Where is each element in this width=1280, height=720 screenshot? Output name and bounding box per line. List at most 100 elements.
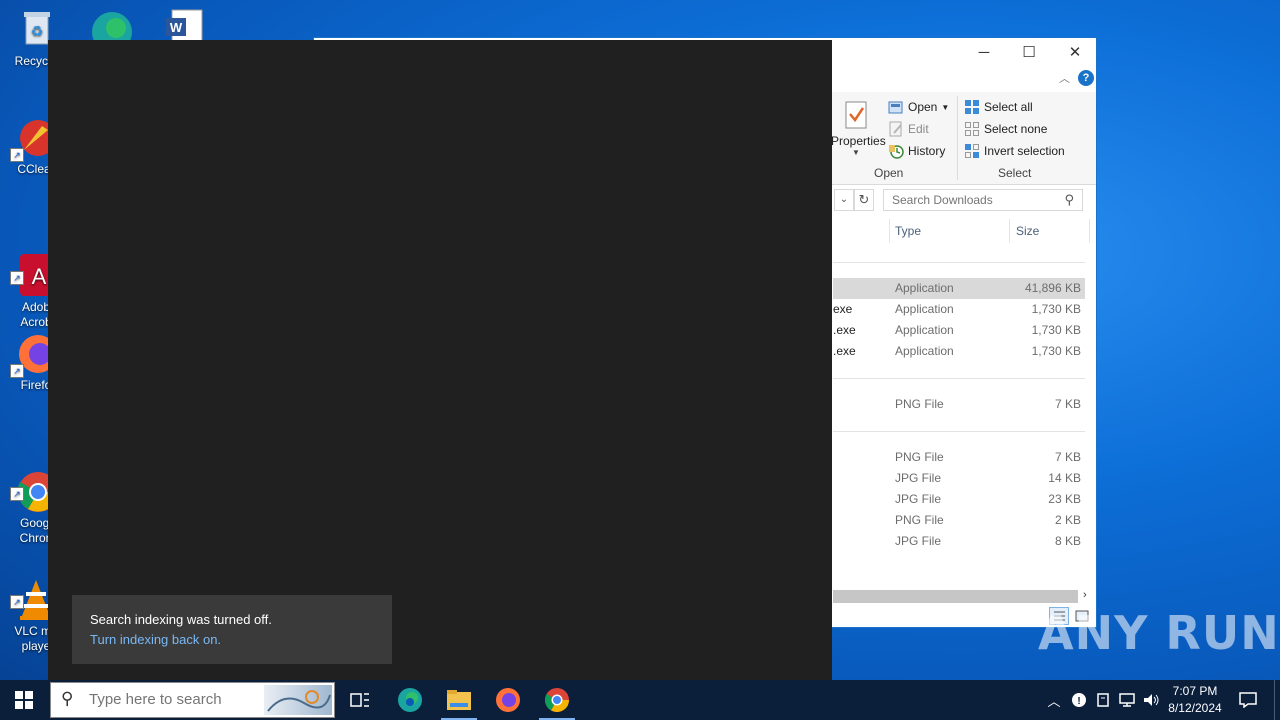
address-dropdown-icon[interactable]: ⌄ bbox=[834, 189, 854, 211]
file-row[interactable]: exe Application 1,730 KB bbox=[833, 299, 1085, 320]
shortcut-arrow-icon: ↗ bbox=[10, 148, 24, 162]
help-icon[interactable]: ? bbox=[1078, 70, 1094, 86]
taskbar: ⚲ ︿ ! 7:07 PM 8/12/2024 bbox=[0, 680, 1280, 720]
firefox-icon bbox=[496, 688, 520, 712]
file-type: Application bbox=[895, 302, 954, 316]
properties-label: Properties bbox=[831, 134, 886, 148]
file-row[interactable]: JPG File 8 KB bbox=[833, 531, 1085, 552]
action-center-button[interactable] bbox=[1236, 680, 1260, 720]
file-row[interactable]: PNG File 7 KB bbox=[833, 394, 1085, 415]
select-none-button[interactable]: Select none bbox=[964, 121, 1047, 137]
file-type: JPG File bbox=[895, 534, 942, 548]
taskbar-clock[interactable]: 7:07 PM 8/12/2024 bbox=[1160, 683, 1230, 717]
task-view-button[interactable] bbox=[336, 680, 384, 720]
file-size: 7 KB bbox=[1054, 450, 1081, 464]
open-group-label: Open bbox=[874, 166, 904, 180]
search-icon: ⚲ bbox=[1064, 192, 1074, 207]
show-hidden-icons-button[interactable]: ︿ bbox=[1044, 680, 1064, 720]
taskbar-search-input[interactable] bbox=[89, 691, 259, 708]
search-input[interactable] bbox=[892, 193, 1052, 207]
history-button[interactable]: History bbox=[888, 143, 945, 159]
maximize-button[interactable]: ☐ bbox=[1006, 38, 1052, 67]
file-row[interactable]: JPG File 23 KB bbox=[833, 489, 1085, 510]
file-row[interactable]: Application 41,896 KB bbox=[833, 278, 1085, 299]
shortcut-arrow-icon: ↗ bbox=[10, 487, 24, 501]
svg-text:A: A bbox=[32, 264, 47, 289]
anyrun-watermark: ANY RUN bbox=[1038, 606, 1280, 660]
svg-text:W: W bbox=[170, 20, 183, 35]
select-all-icon bbox=[964, 99, 980, 115]
open-button[interactable]: Open ▼ bbox=[888, 99, 949, 115]
edit-button[interactable]: Edit bbox=[888, 121, 929, 137]
security-alert-icon[interactable]: ! bbox=[1068, 680, 1090, 720]
properties-button[interactable]: Properties bbox=[831, 134, 886, 148]
close-button[interactable]: ✕ bbox=[1052, 38, 1098, 67]
file-type: Application bbox=[895, 344, 954, 358]
file-row[interactable]: .exe Application 1,730 KB bbox=[833, 341, 1085, 362]
shortcut-arrow-icon: ↗ bbox=[10, 271, 24, 285]
file-type: PNG File bbox=[895, 450, 944, 464]
open-label: Open bbox=[908, 100, 938, 114]
file-type: PNG File bbox=[895, 397, 944, 411]
taskbar-search-box[interactable]: ⚲ bbox=[50, 682, 335, 718]
scroll-right-icon[interactable]: › bbox=[1083, 589, 1087, 601]
file-size: 7 KB bbox=[1054, 397, 1081, 411]
open-dropdown-icon: ▼ bbox=[941, 102, 950, 112]
file-size: 8 KB bbox=[1054, 534, 1081, 548]
network-icon[interactable] bbox=[1116, 680, 1138, 720]
group-divider bbox=[833, 378, 1085, 379]
taskbar-file-explorer-button[interactable] bbox=[435, 680, 483, 720]
file-row[interactable]: PNG File 7 KB bbox=[833, 447, 1085, 468]
turn-indexing-on-link[interactable]: Turn indexing back on. bbox=[90, 632, 221, 647]
edit-icon bbox=[888, 121, 904, 137]
file-type: PNG File bbox=[895, 513, 944, 527]
collapse-ribbon-icon[interactable]: ︿ bbox=[1059, 70, 1070, 86]
select-none-label: Select none bbox=[984, 122, 1048, 136]
start-button[interactable] bbox=[0, 680, 48, 720]
file-size: 14 KB bbox=[1048, 471, 1081, 485]
column-header-size[interactable]: Size bbox=[1016, 224, 1039, 238]
select-all-button[interactable]: Select all bbox=[964, 99, 1033, 115]
invert-selection-button[interactable]: Invert selection bbox=[964, 143, 1065, 159]
device-icon[interactable] bbox=[1092, 680, 1114, 720]
search-box[interactable]: ⚲ bbox=[883, 189, 1083, 211]
edit-label: Edit bbox=[908, 122, 929, 136]
file-name: exe bbox=[833, 302, 853, 316]
file-type: JPG File bbox=[895, 492, 942, 506]
group-divider bbox=[833, 262, 1085, 263]
taskbar-chrome-button[interactable] bbox=[533, 680, 581, 720]
volume-icon[interactable] bbox=[1140, 680, 1162, 720]
desktop-icon-label: Adob Acrob bbox=[20, 300, 52, 329]
notification-icon bbox=[1239, 692, 1257, 708]
task-view-icon bbox=[350, 693, 369, 707]
file-name: .exe bbox=[833, 323, 856, 337]
properties-icon bbox=[844, 100, 874, 130]
file-size: 2 KB bbox=[1054, 513, 1081, 527]
column-divider bbox=[889, 219, 890, 243]
refresh-icon[interactable]: ↻ bbox=[854, 189, 874, 211]
file-name: .exe bbox=[833, 344, 856, 358]
file-type: JPG File bbox=[895, 471, 942, 485]
taskbar-firefox-button[interactable] bbox=[484, 680, 532, 720]
file-row[interactable]: JPG File 14 KB bbox=[833, 468, 1085, 489]
file-size: 41,896 KB bbox=[1024, 281, 1081, 295]
file-type: Application bbox=[895, 281, 954, 295]
taskbar-edge-button[interactable] bbox=[386, 680, 434, 720]
file-row[interactable]: PNG File 2 KB bbox=[833, 510, 1085, 531]
invert-selection-label: Invert selection bbox=[984, 144, 1065, 158]
properties-dropdown-icon[interactable]: ▼ bbox=[852, 148, 860, 157]
invert-selection-icon bbox=[964, 143, 980, 159]
minimize-button[interactable]: ─ bbox=[961, 38, 1007, 67]
shortcut-arrow-icon: ↗ bbox=[10, 595, 24, 609]
desktop-icon-label: Firefo bbox=[20, 378, 52, 392]
show-desktop-button[interactable] bbox=[1274, 680, 1280, 720]
history-label: History bbox=[908, 144, 946, 158]
file-size: 1,730 KB bbox=[1031, 323, 1081, 337]
clock-date: 8/12/2024 bbox=[1168, 701, 1222, 715]
horizontal-scrollbar-thumb[interactable] bbox=[833, 590, 1078, 603]
indexing-toast: Search indexing was turned off. Turn ind… bbox=[72, 595, 392, 664]
group-divider bbox=[833, 431, 1085, 432]
file-row[interactable]: .exe Application 1,730 KB bbox=[833, 320, 1085, 341]
column-header-type[interactable]: Type bbox=[895, 224, 921, 238]
select-group-label: Select bbox=[998, 166, 1032, 180]
